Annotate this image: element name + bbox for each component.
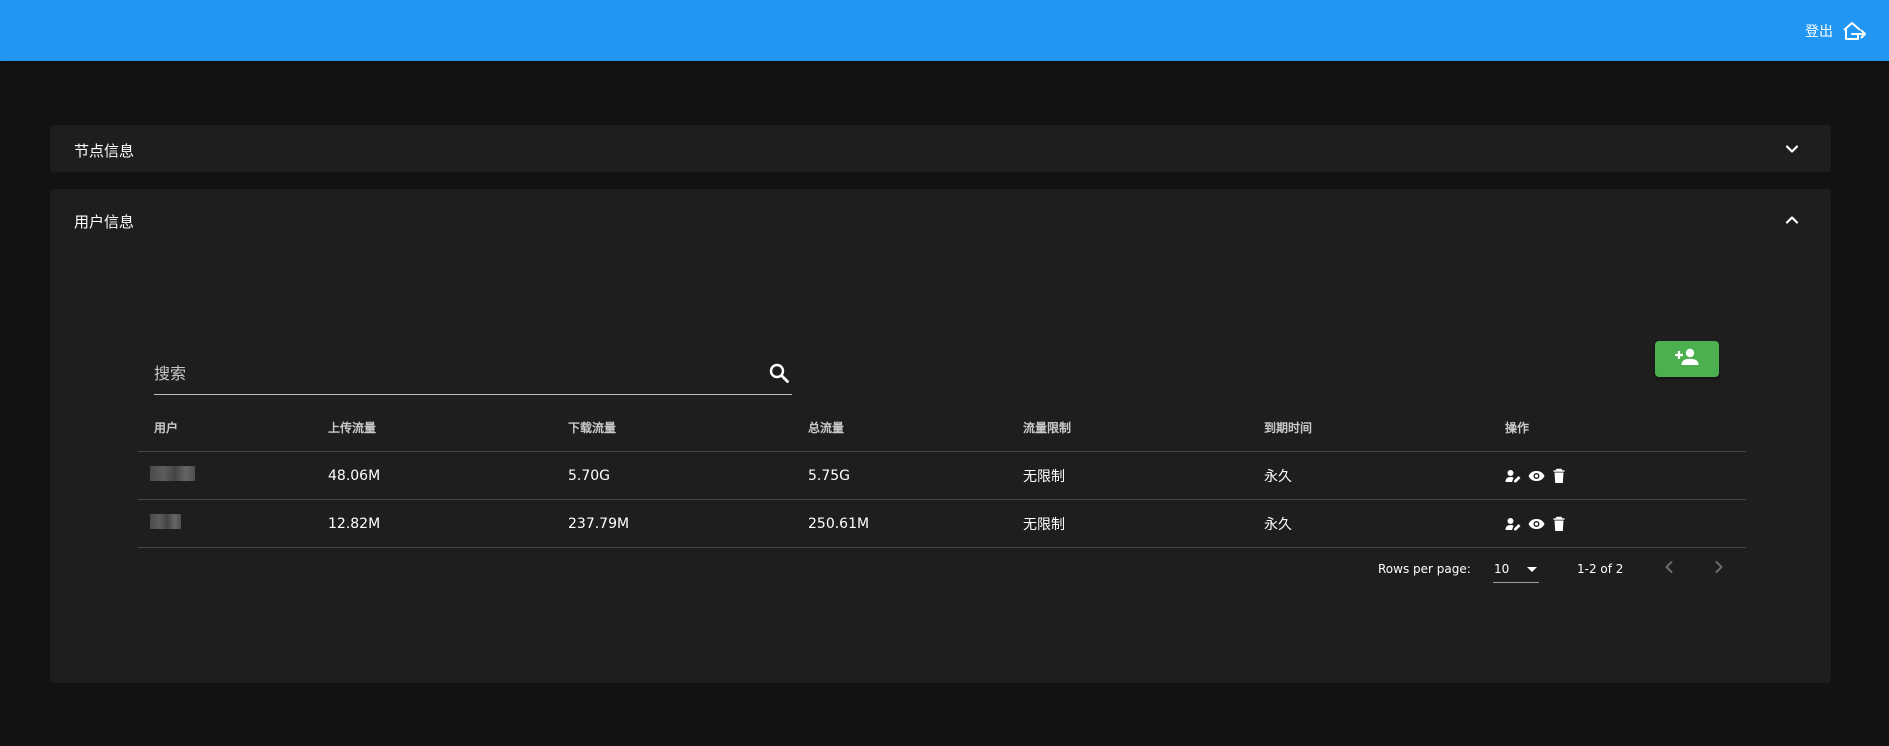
search-field [154, 353, 792, 395]
column-header[interactable]: 总流量 [792, 404, 1007, 452]
account-plus-icon [1674, 347, 1700, 371]
row-actions [1505, 516, 1746, 532]
logout-button[interactable]: 登出 [1805, 18, 1867, 44]
chevron-right-icon[interactable] [1710, 558, 1728, 579]
search-icon[interactable] [768, 362, 790, 384]
delete-icon[interactable] [1552, 516, 1566, 532]
rows-per-page-select[interactable]: 10 [1493, 554, 1539, 583]
column-header[interactable]: 下载流量 [552, 404, 792, 452]
logout-label: 登出 [1805, 24, 1833, 40]
chevron-down-icon[interactable] [1783, 140, 1801, 158]
add-user-button[interactable] [1655, 341, 1719, 377]
logout-icon [1841, 20, 1867, 42]
app-bar: 登出 [0, 0, 1889, 61]
user-info-header[interactable]: 用户信息 [50, 189, 1831, 252]
column-header[interactable]: 上传流量 [312, 404, 552, 452]
limit-cell: 无限制 [1007, 451, 1248, 500]
download-cell: 237.79M [552, 499, 792, 548]
rows-per-page-label: Rows per page: [1378, 562, 1471, 576]
column-header[interactable]: 用户 [138, 404, 312, 452]
node-info-panel: 节点信息 [50, 125, 1831, 172]
search-input[interactable] [154, 353, 754, 393]
username-redacted [150, 466, 195, 481]
node-info-header[interactable]: 节点信息 [50, 125, 1831, 172]
upload-cell: 12.82M [312, 499, 552, 548]
chevron-left-icon[interactable] [1660, 558, 1678, 579]
edit-user-icon[interactable] [1505, 468, 1521, 484]
pagination: Rows per page: 10 1-2 of 2 [50, 550, 1831, 590]
chevron-up-icon[interactable] [1783, 211, 1801, 229]
upload-cell: 48.06M [312, 451, 552, 500]
table-row: 12.82M 237.79M 250.61M 无限制 永久 [138, 499, 1746, 548]
eye-icon[interactable] [1528, 468, 1545, 484]
username-redacted [150, 514, 181, 529]
total-cell: 250.61M [792, 499, 1007, 548]
expire-cell: 永久 [1248, 451, 1489, 500]
users-table: 用户 上传流量 下载流量 总流量 流量限制 到期时间 操作 48.06M 5.7… [138, 404, 1746, 548]
limit-cell: 无限制 [1007, 499, 1248, 548]
download-cell: 5.70G [552, 451, 792, 500]
node-info-title: 节点信息 [74, 142, 135, 160]
total-cell: 5.75G [792, 451, 1007, 500]
column-header: 操作 [1489, 404, 1746, 452]
expire-cell: 永久 [1248, 499, 1489, 548]
user-info-panel: 用户信息 用户 上传流量 下载流量 总流 [50, 189, 1831, 683]
rows-per-page-value: 10 [1494, 562, 1510, 576]
eye-icon[interactable] [1528, 516, 1545, 532]
caret-down-icon [1525, 562, 1539, 579]
edit-user-icon[interactable] [1505, 516, 1521, 532]
user-info-title: 用户信息 [74, 213, 135, 231]
table-header-row: 用户 上传流量 下载流量 总流量 流量限制 到期时间 操作 [138, 404, 1746, 452]
column-header[interactable]: 流量限制 [1007, 404, 1248, 452]
page-range: 1-2 of 2 [1577, 562, 1624, 576]
row-actions [1505, 468, 1746, 484]
table-row: 48.06M 5.70G 5.75G 无限制 永久 [138, 451, 1746, 500]
column-header[interactable]: 到期时间 [1248, 404, 1489, 452]
delete-icon[interactable] [1552, 468, 1566, 484]
